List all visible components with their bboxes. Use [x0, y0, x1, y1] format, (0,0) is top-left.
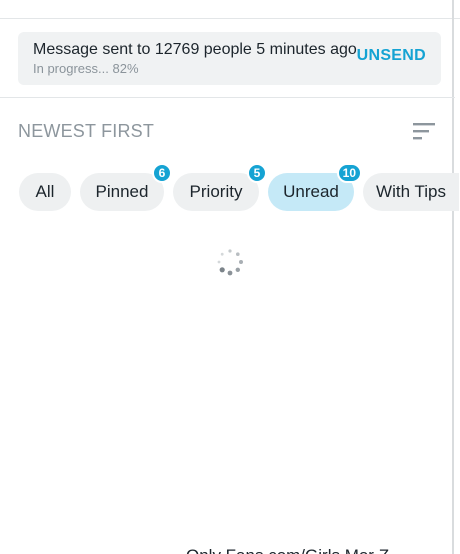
- sort-order-label[interactable]: NEWEST FIRST: [18, 121, 154, 142]
- section-divider: [0, 97, 455, 98]
- unsend-button[interactable]: UNSEND: [357, 47, 426, 65]
- filter-chip-label: Pinned: [95, 182, 149, 201]
- priority-count-badge: 5: [247, 163, 267, 183]
- filter-chip-label: Unread: [283, 182, 339, 201]
- filter-chip-unread[interactable]: Unread 10: [268, 163, 362, 211]
- banner-message: Message sent to 12769 people 5 minutes a…: [33, 41, 357, 58]
- filter-chip-all[interactable]: All: [19, 173, 71, 211]
- filter-chip-label: Priority: [189, 182, 243, 201]
- filter-chip-priority[interactable]: Priority 5: [173, 163, 267, 211]
- scroll-edge: [452, 0, 454, 554]
- filter-chip-label: With Tips: [376, 182, 446, 201]
- sent-message-banner: Message sent to 12769 people 5 minutes a…: [18, 32, 441, 85]
- filter-chip-pinned[interactable]: Pinned 6: [80, 163, 172, 211]
- filter-chip-with-tips[interactable]: With Tips: [363, 173, 459, 211]
- pinned-count-badge: 6: [152, 163, 172, 183]
- banner-progress: In progress... 82%: [33, 61, 139, 76]
- unread-count-badge: 10: [336, 163, 362, 183]
- clipped-footer-text: Only Fans.com/Girls Mor Z: [186, 546, 389, 554]
- filter-chip-label: All: [35, 182, 55, 201]
- top-divider: [0, 18, 460, 19]
- sort-icon[interactable]: [413, 121, 435, 141]
- loading-spinner-icon: [217, 249, 243, 276]
